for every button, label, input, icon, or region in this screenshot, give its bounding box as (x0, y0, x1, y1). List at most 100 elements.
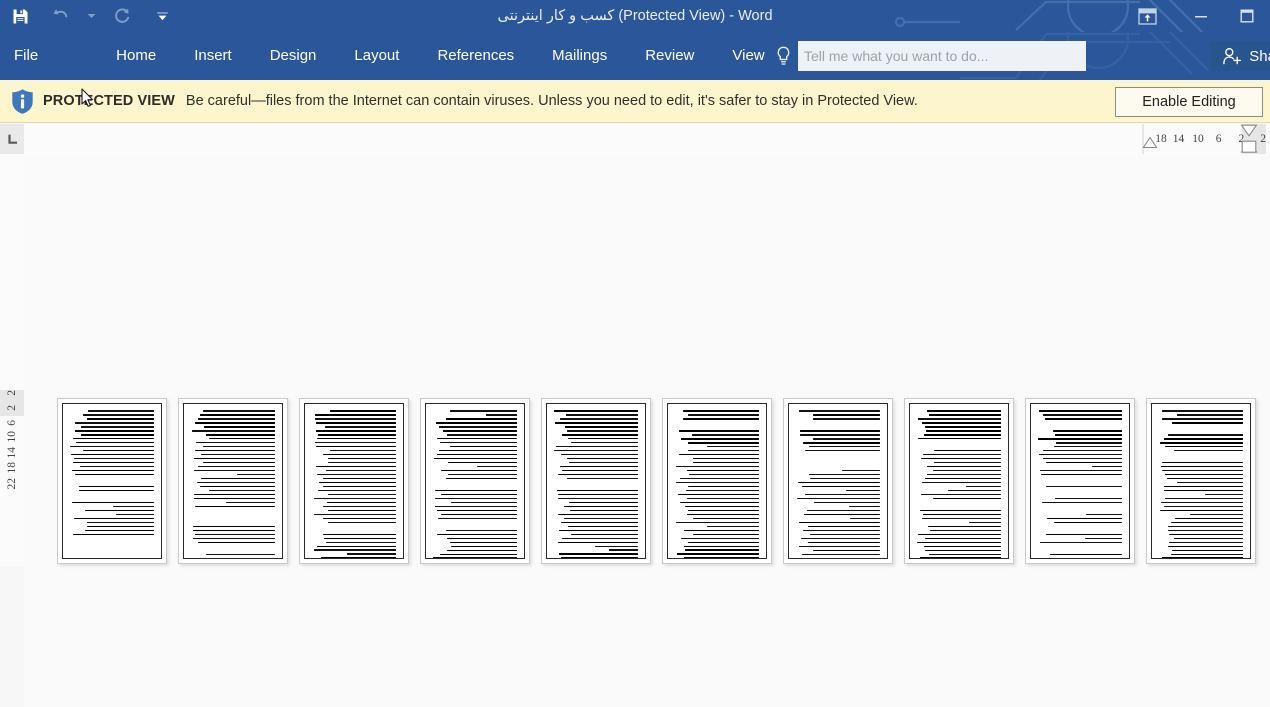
document-page[interactable] (299, 398, 409, 564)
document-page[interactable] (1025, 398, 1135, 564)
page-text-line (192, 429, 275, 432)
enable-editing-button[interactable]: Enable Editing (1115, 87, 1263, 117)
page-text-line (965, 485, 1001, 488)
tab-design[interactable]: Design (270, 32, 317, 80)
window-controls[interactable] (1116, 0, 1270, 32)
tab-home[interactable]: Home (116, 32, 156, 80)
page-text-line (799, 521, 880, 524)
undo-dropdown-button[interactable] (80, 2, 102, 30)
page-text-line (79, 485, 154, 488)
page-text-line (922, 481, 1001, 484)
page-text-line (316, 429, 396, 432)
page-text-line (932, 469, 1001, 472)
tab-mailings[interactable]: Mailings (552, 32, 607, 80)
save-button[interactable] (0, 2, 40, 30)
page-text-line (813, 417, 880, 420)
document-page[interactable] (1146, 398, 1256, 564)
tab-review[interactable]: Review (645, 32, 694, 80)
page-content (425, 403, 525, 559)
page-text-line (192, 525, 275, 528)
page-text-line (687, 449, 759, 452)
page-text-line (1171, 549, 1243, 552)
page-text-line (1055, 497, 1122, 500)
tab-selector-button[interactable] (0, 124, 24, 154)
customize-quick-access-button[interactable] (142, 2, 182, 30)
vruler-tick-6: 6 (6, 419, 18, 426)
page-text-line (450, 501, 517, 504)
right-indent-marker[interactable] (1240, 124, 1258, 154)
page-text-line (813, 501, 880, 504)
page-text-line (922, 517, 1001, 520)
tab-view[interactable]: View (732, 32, 764, 80)
page-text-line (926, 465, 1001, 468)
page-text-line (437, 453, 517, 456)
horizontal-ruler[interactable]: 18 14 10 6 2 2 (24, 124, 1270, 155)
minimize-button[interactable] (1178, 0, 1224, 32)
left-indent-marker[interactable] (1142, 136, 1158, 149)
share-button[interactable]: Sha (1210, 41, 1270, 71)
page-text-line (73, 533, 154, 536)
page-text-line (202, 410, 275, 412)
page-text-line (808, 541, 880, 544)
page-text-line (923, 433, 1001, 436)
page-text-line (206, 433, 275, 436)
vertical-ruler[interactable]: 2 2 6 10 14 18 22 (0, 154, 24, 566)
page-text-line (928, 413, 1001, 416)
page-text-line (567, 457, 638, 460)
page-text-line (1038, 410, 1122, 412)
page-text-line (450, 445, 517, 448)
page-text-line (1039, 453, 1122, 456)
page-text-line (434, 489, 517, 492)
page-text-line (1091, 465, 1122, 468)
page-text-line (236, 473, 275, 476)
page-paragraph-gap (917, 502, 1001, 510)
page-text-line (321, 557, 396, 558)
page-text-line (692, 433, 759, 436)
page-text-line (680, 477, 759, 480)
page-paragraph-gap (70, 478, 154, 486)
ribbon-display-options-button[interactable] (1116, 0, 1178, 32)
hruler-tick-6: 6 (1215, 133, 1222, 145)
page-text-line (926, 410, 1001, 412)
page-text-line (194, 497, 275, 500)
document-page[interactable] (783, 398, 893, 564)
document-page[interactable] (662, 398, 772, 564)
page-text-line (1046, 461, 1122, 464)
tell-me-input[interactable] (798, 41, 1086, 71)
page-text-line (439, 553, 517, 556)
page-text-line (569, 509, 638, 512)
ribbon-tabs[interactable]: File Home Insert Design Layout Reference… (14, 32, 765, 80)
redo-button[interactable] (102, 2, 142, 30)
page-text-line (675, 465, 759, 468)
page-text-line (1042, 501, 1122, 504)
page-text-line (812, 413, 880, 416)
restore-button[interactable] (1224, 0, 1270, 32)
undo-button[interactable] (40, 2, 80, 30)
page-text-line (692, 533, 759, 536)
tab-layout[interactable]: Layout (354, 32, 399, 80)
page-strip (57, 398, 1256, 564)
tab-insert[interactable]: Insert (194, 32, 232, 80)
document-canvas[interactable] (24, 154, 1270, 707)
document-page[interactable] (57, 398, 167, 564)
page-text-line (323, 533, 396, 536)
page-text-line (922, 453, 1001, 456)
page-text-line (571, 441, 638, 444)
tab-references[interactable]: References (437, 32, 514, 80)
page-paragraph-gap (433, 522, 517, 530)
document-page[interactable] (178, 398, 288, 564)
page-text-line (925, 549, 1001, 552)
document-page[interactable] (420, 398, 530, 564)
document-page[interactable] (541, 398, 651, 564)
page-text-line (845, 489, 880, 492)
document-page[interactable] (904, 398, 1014, 564)
protected-view-badge: PROTECTED VIEW (43, 93, 175, 109)
page-text-line (676, 553, 759, 556)
page-text-line (79, 489, 154, 492)
page-text-line (803, 529, 880, 532)
page-text-line (922, 513, 1001, 516)
quick-access-toolbar[interactable] (0, 0, 182, 32)
tab-file[interactable]: File (14, 32, 38, 80)
page-text-line (441, 513, 517, 516)
page-text-line (76, 441, 154, 444)
